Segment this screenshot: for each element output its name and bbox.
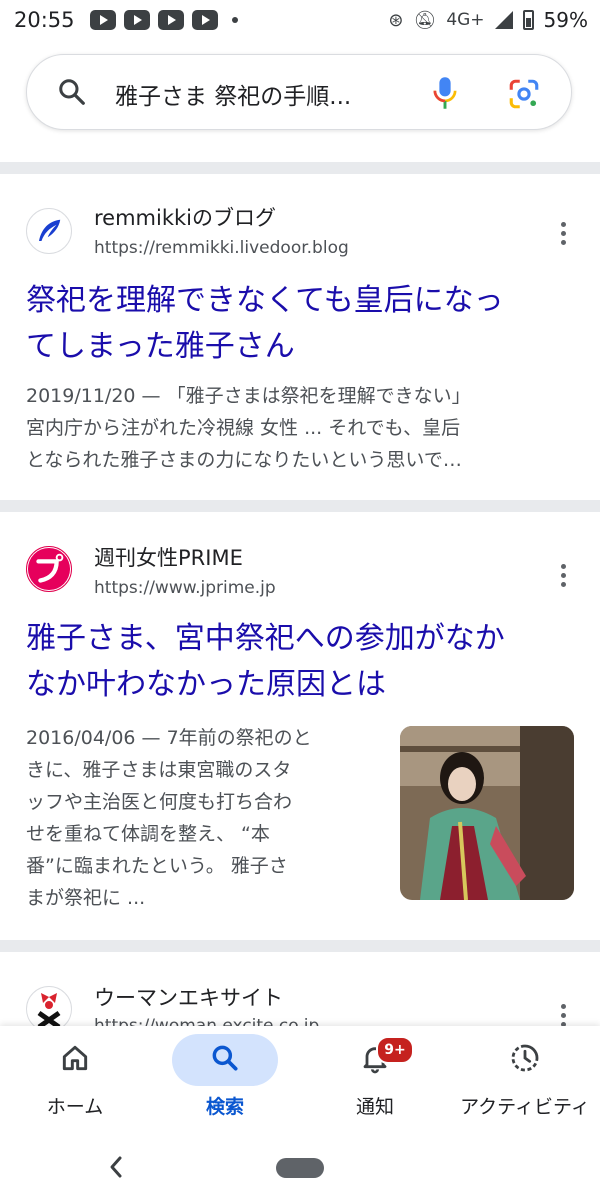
youtube-notification-icon — [158, 10, 184, 30]
more-options-icon[interactable] — [556, 1004, 570, 1026]
google-lens-icon[interactable] — [507, 77, 541, 111]
site-url: https://remmikki.livedoor.blog — [94, 238, 349, 258]
search-query[interactable]: 雅子さま 祭祀の手順... — [115, 77, 351, 111]
bottom-navigation: ホーム 検索 9+ 通知 アクティビティ — [0, 1026, 600, 1136]
youtube-notification-icon — [124, 10, 150, 30]
voice-search-mic-icon[interactable] — [431, 75, 459, 111]
result-snippet: 2016/04/06 — 7年前の祭祀のと きに、雅子さまは東宮職のスタ ッフや… — [26, 722, 386, 914]
section-divider — [0, 500, 600, 512]
result-thumbnail-image[interactable] — [400, 726, 574, 900]
youtube-notification-icon — [90, 10, 116, 30]
search-result[interactable]: 週刊女性PRIME https://www.jprime.jp 雅子さま、宮中祭… — [0, 512, 600, 940]
result-title-line: てしまった雅子さん — [26, 329, 295, 364]
snippet-line: となられた雅子さまの力になりたいという思いで… — [26, 449, 462, 471]
snippet-line: 2016/04/06 — 7年前の祭祀のと — [26, 727, 312, 749]
nav-notifications-label: 通知 — [355, 1096, 394, 1118]
nav-home-label: ホーム — [46, 1096, 104, 1118]
result-title-link[interactable]: 祭祀を理解できなくても皇后になっ てしまった雅子さん — [26, 278, 574, 370]
youtube-notification-icon — [192, 10, 218, 30]
nfc-icon: ⊛ — [388, 9, 404, 31]
battery-icon — [522, 10, 534, 30]
section-divider — [0, 162, 600, 174]
system-navigation-bar — [0, 1136, 600, 1200]
result-title-line: 雅子さま、宮中祭祀への参加がなか — [26, 621, 505, 656]
activity-history-icon — [511, 1044, 539, 1072]
site-favicon — [26, 986, 72, 1026]
nav-home[interactable]: ホーム — [0, 1026, 150, 1136]
search-result[interactable]: ウーマンエキサイト https://woman.excite.co.jp — [0, 952, 600, 1026]
more-notifications-dot-icon — [232, 17, 238, 23]
more-options-icon[interactable] — [556, 222, 570, 248]
site-name: 週刊女性PRIME — [94, 546, 243, 570]
search-bar[interactable]: 雅子さま 祭祀の手順... — [26, 54, 572, 130]
status-bar: 20:55 ⊛ 🔕︎ 4G+ 59% — [0, 0, 600, 42]
notification-icons — [90, 10, 238, 30]
snippet-line: まが祭祀に ... — [26, 887, 146, 909]
result-title-line: 祭祀を理解できなくても皇后になっ — [26, 283, 504, 318]
nav-search[interactable]: 検索 — [150, 1026, 300, 1136]
nav-activity-label: アクティビティ — [460, 1096, 590, 1118]
result-title-line: なか叶わなかった原因とは — [26, 667, 386, 702]
search-icon — [59, 79, 85, 105]
site-name: remmikkiのブログ — [94, 206, 276, 230]
site-favicon — [26, 208, 72, 254]
snippet-line: 2019/11/20 — 「雅子さまは祭祀を理解できない」 — [26, 385, 471, 407]
clock: 20:55 — [14, 8, 75, 32]
site-url: https://woman.excite.co.jp — [94, 1016, 320, 1026]
site-favicon — [26, 546, 72, 592]
result-title-link[interactable]: 雅子さま、宮中祭祀への参加がなか なか叶わなかった原因とは — [26, 616, 574, 708]
mute-bell-icon: 🔕︎ — [413, 9, 437, 31]
snippet-line: きに、雅子さまは東宮職のスタ — [26, 759, 292, 781]
snippet-line: せを重ねて体調を整え、 “本 — [26, 823, 270, 845]
network-type: 4G+ — [446, 10, 485, 30]
result-snippet: 2019/11/20 — 「雅子さまは祭祀を理解できない」 宮内庁から注がれた冷… — [26, 380, 574, 476]
signal-icon — [494, 11, 513, 29]
snippet-line: 番”に臨まれたという。 雅子さ — [26, 855, 288, 877]
system-icons: ⊛ 🔕︎ 4G+ 59% — [388, 8, 588, 32]
search-result[interactable]: remmikkiのブログ https://remmikki.livedoor.b… — [0, 174, 600, 500]
notification-badge: 9+ — [376, 1036, 414, 1064]
woman-excite-logo-icon — [37, 993, 61, 1026]
quill-pen-icon — [39, 219, 61, 241]
nav-activity[interactable]: アクティビティ — [450, 1026, 600, 1136]
empress-photo-image — [400, 726, 574, 900]
snippet-line: ッフや主治医と何度も打ち合わ — [26, 791, 293, 813]
back-arrow-icon[interactable] — [106, 1152, 126, 1182]
nav-notifications[interactable]: 9+ 通知 — [300, 1026, 450, 1136]
battery-percent: 59% — [543, 8, 588, 32]
search-icon — [212, 1045, 238, 1071]
home-icon — [62, 1045, 88, 1071]
site-name: ウーマンエキサイト — [94, 986, 283, 1010]
site-url: https://www.jprime.jp — [94, 578, 276, 598]
home-gesture-pill[interactable] — [276, 1158, 324, 1178]
more-options-icon[interactable] — [556, 564, 570, 590]
snippet-line: 宮内庁から注がれた冷視線 女性 ... それでも、皇后 — [26, 417, 461, 439]
section-divider — [0, 940, 600, 952]
jprime-logo-icon — [27, 547, 71, 591]
nav-search-label: 検索 — [205, 1096, 244, 1118]
